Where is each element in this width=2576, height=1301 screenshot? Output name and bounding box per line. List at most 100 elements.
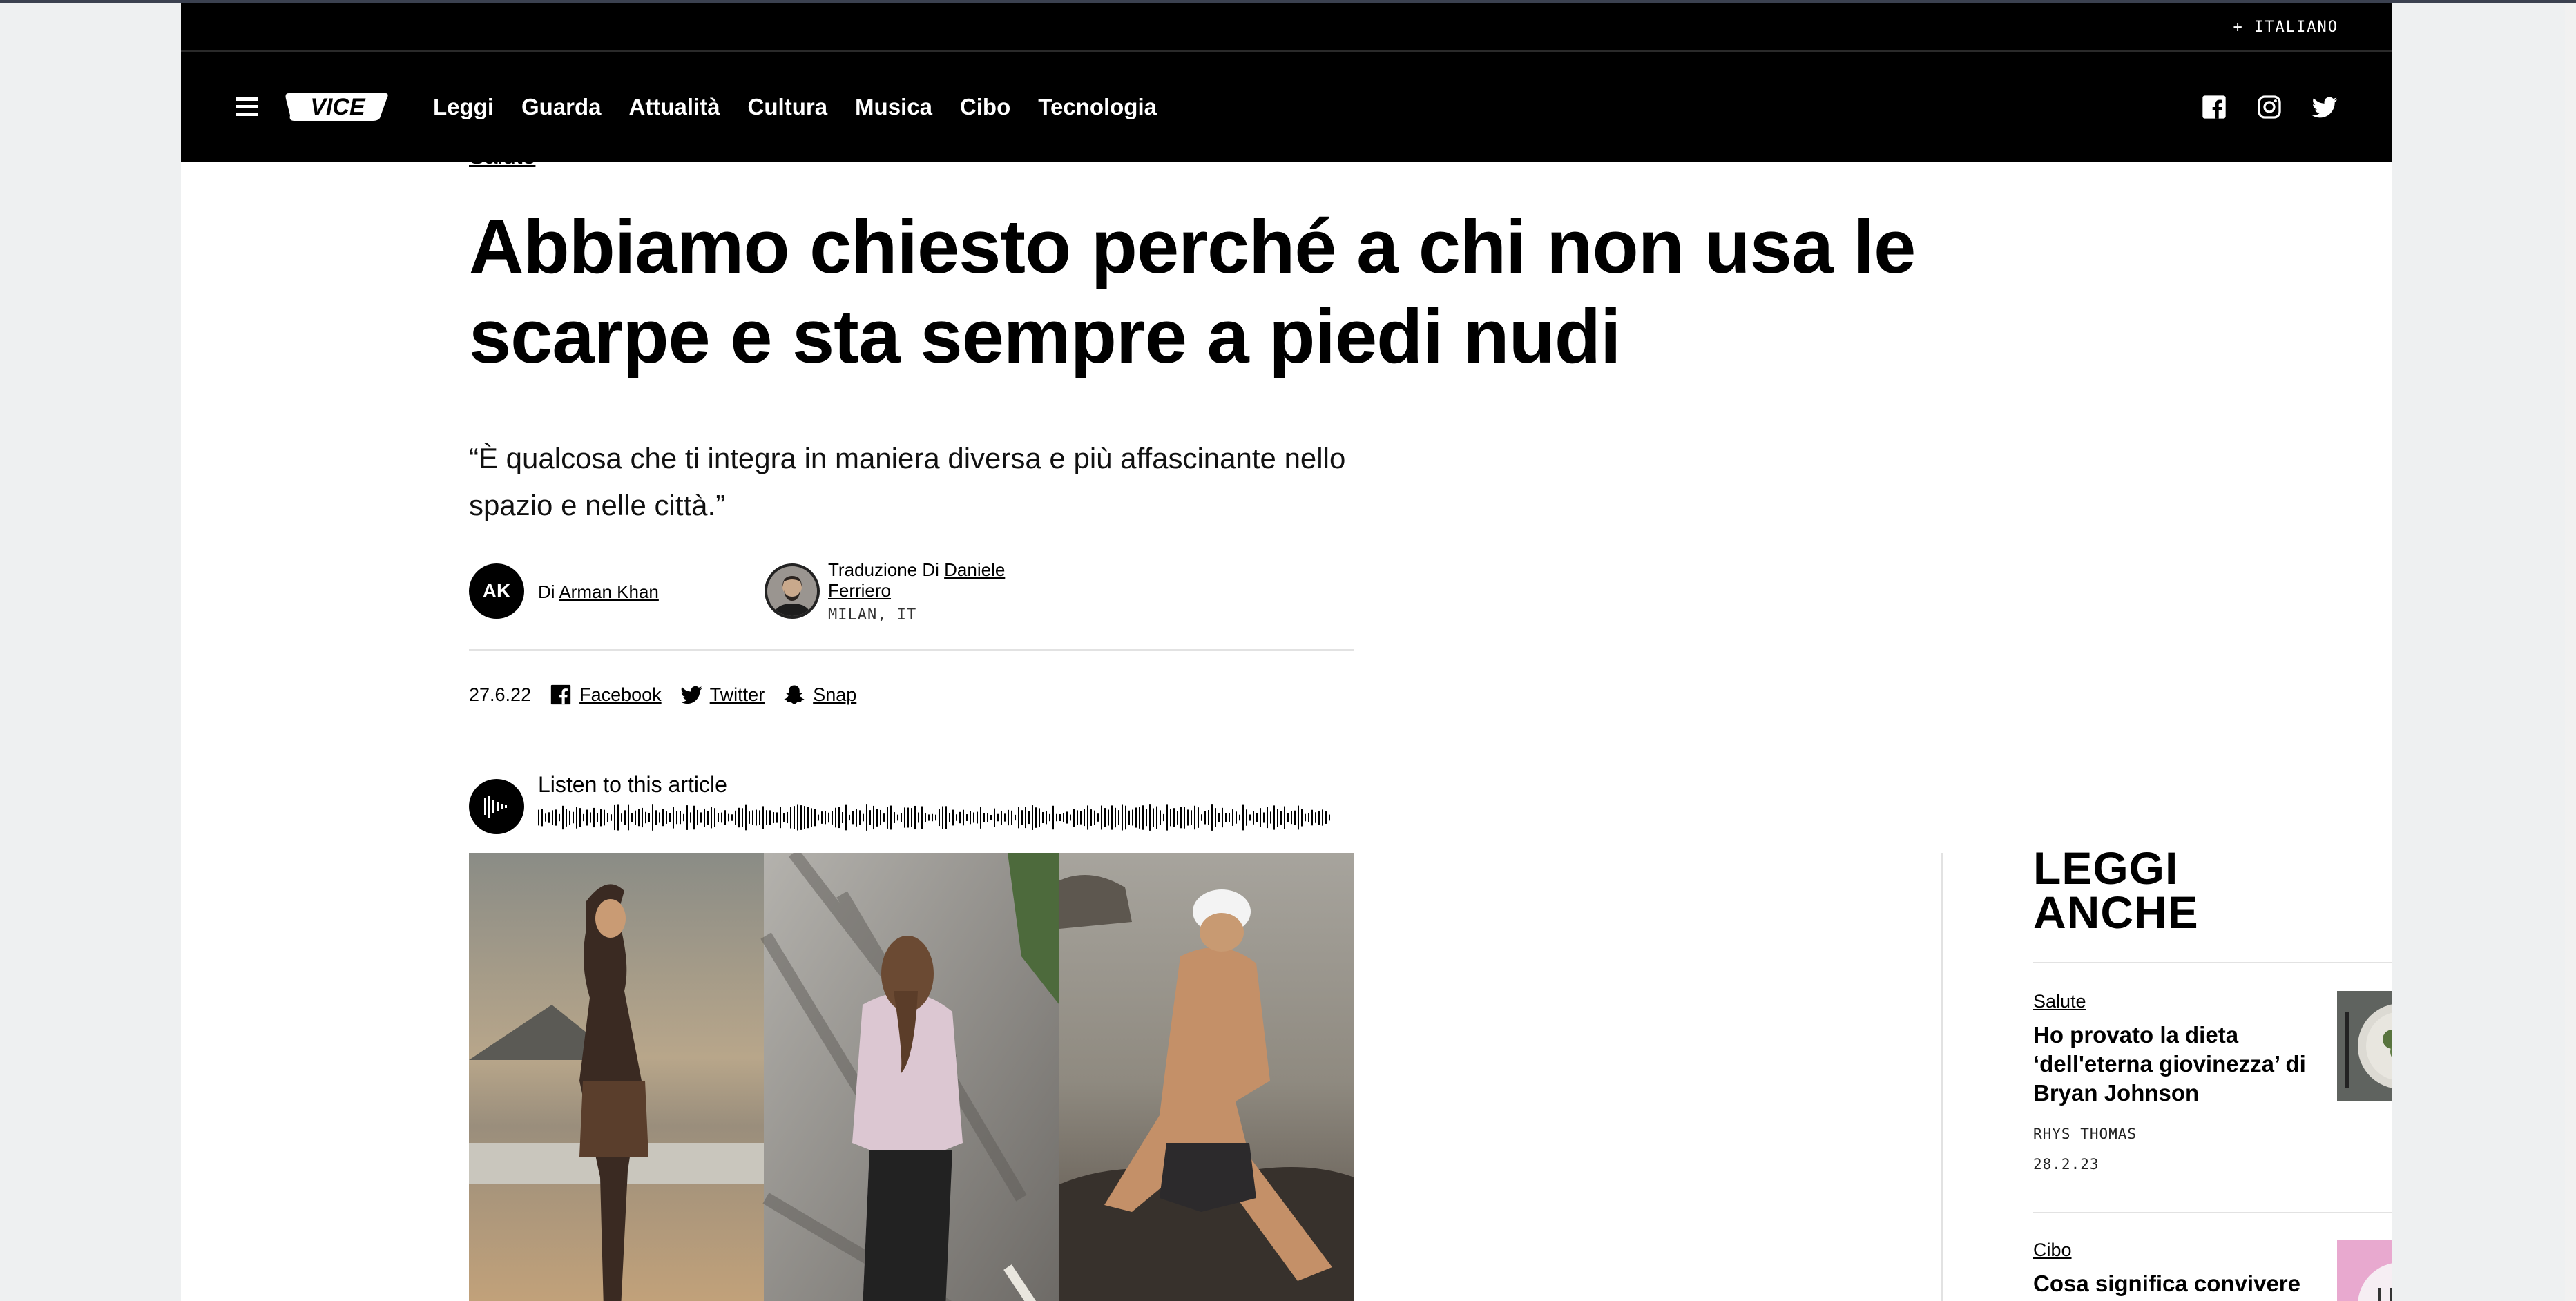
- waveform-bar: [718, 813, 719, 822]
- waveform-bar: [742, 808, 743, 827]
- waveform-bar: [655, 810, 657, 825]
- nav-link-musica[interactable]: Musica: [855, 94, 932, 120]
- share-snap-label[interactable]: Snap: [813, 684, 856, 706]
- waveform-bar: [869, 810, 871, 825]
- waveform-bar: [555, 809, 557, 826]
- waveform-bar: [994, 808, 995, 827]
- page-scrollbar[interactable]: [2565, 3, 2576, 1301]
- waveform-bar: [1021, 810, 1023, 825]
- waveform-bar: [966, 814, 968, 821]
- waveform-bar: [804, 806, 805, 829]
- waveform-bar: [1329, 814, 1330, 821]
- nav-link-cultura[interactable]: Cultura: [748, 94, 828, 120]
- waveform-bar: [1118, 810, 1119, 825]
- waveform-bar: [752, 810, 753, 825]
- waveform-bar: [1222, 807, 1223, 828]
- waveform-bar: [1163, 813, 1164, 822]
- waveform-bar: [631, 813, 633, 822]
- waveform-bar: [662, 809, 664, 827]
- author-avatar[interactable]: AK: [469, 563, 524, 619]
- share-twitter-label[interactable]: Twitter: [710, 684, 765, 706]
- waveform-bar: [642, 807, 643, 828]
- rail-card-category[interactable]: Cibo: [2033, 1240, 2072, 1260]
- waveform-bar: [673, 807, 674, 829]
- waveform-bar: [1087, 805, 1088, 830]
- waveform-bar: [1059, 813, 1061, 822]
- category-link[interactable]: Salute: [469, 143, 535, 170]
- author-byline: Di Arman Khan: [538, 581, 659, 603]
- waveform-bar: [1094, 810, 1095, 825]
- audio-waveform[interactable]: [538, 804, 1334, 831]
- waveform-bar: [1142, 805, 1144, 830]
- language-bar: + ITALIANO: [181, 3, 2392, 52]
- waveform-bar: [776, 812, 778, 823]
- waveform-bar: [873, 805, 874, 830]
- waveform-bar: [1273, 805, 1275, 830]
- waveform-bar: [1318, 810, 1320, 825]
- rail-title-text: LEGGI ANCHE: [2033, 842, 2199, 938]
- waveform-bar: [1063, 813, 1064, 822]
- waveform-bar: [973, 812, 974, 823]
- page-container: + ITALIANO VICE Leggi Guarda Attualità C…: [181, 3, 2392, 1301]
- share-twitter[interactable]: Twitter: [680, 683, 765, 706]
- waveform-bar: [807, 807, 809, 829]
- rail-card-category[interactable]: Salute: [2033, 991, 2086, 1012]
- waveform-bar: [714, 808, 715, 827]
- waveform-bar: [821, 811, 823, 824]
- waveform-bar: [838, 807, 840, 829]
- waveform-bar: [645, 811, 646, 824]
- dateline-location: MILAN, IT: [828, 606, 917, 624]
- rail-card-headline[interactable]: Cosa significa convivere: [2033, 1269, 2323, 1298]
- waveform-bar: [918, 812, 919, 823]
- waveform-bar: [1218, 813, 1220, 822]
- waveform-bar: [1211, 804, 1213, 831]
- waveform-bar: [607, 813, 608, 822]
- waveform-bar: [963, 809, 964, 826]
- waveform-bar: [1153, 808, 1154, 827]
- nav-link-attualita[interactable]: Attualità: [629, 94, 720, 120]
- facebook-icon[interactable]: [2200, 93, 2228, 121]
- rail-card-thumbnail[interactable]: [2337, 991, 2392, 1101]
- rail-card-headline[interactable]: Ho provato la dieta ‘dell'eterna giovine…: [2033, 1021, 2323, 1108]
- waveform-bar: [825, 811, 826, 825]
- rail-card-author[interactable]: RHYS THOMAS: [2033, 1126, 2392, 1142]
- waveform-bar: [849, 814, 850, 821]
- waveform-bar: [845, 804, 847, 831]
- translator-avatar[interactable]: [765, 563, 820, 619]
- nav-link-tecnologia[interactable]: Tecnologia: [1038, 94, 1157, 120]
- author-link[interactable]: Arman Khan: [559, 581, 659, 602]
- twitter-icon[interactable]: [2311, 93, 2338, 121]
- waveform-bar: [1253, 811, 1254, 825]
- waveform-bar: [541, 809, 543, 827]
- waveform-bar: [1232, 809, 1233, 826]
- waveform-bar: [576, 807, 577, 829]
- nav-link-leggi[interactable]: Leggi: [433, 94, 494, 120]
- share-facebook[interactable]: Facebook: [549, 683, 662, 706]
- vice-logo[interactable]: VICE: [285, 88, 391, 125]
- waveform-bar: [545, 813, 546, 822]
- rail-card-thumbnail[interactable]: [2337, 1240, 2392, 1301]
- waveform-bar: [1215, 808, 1216, 827]
- menu-icon[interactable]: [236, 97, 258, 117]
- waveform-bar: [1077, 810, 1078, 825]
- waveform-bar: [814, 809, 816, 827]
- waveform-bar: [980, 807, 981, 829]
- waveform-bar: [990, 814, 992, 821]
- rail-card[interactable]: Salute Ho provato la dieta ‘dell'eterna …: [2033, 991, 2392, 1173]
- language-selector[interactable]: + ITALIANO: [2233, 19, 2338, 36]
- rail-card[interactable]: Cibo Cosa significa convivere: [2033, 1240, 2392, 1301]
- waveform-bar: [693, 805, 695, 830]
- audio-play-button[interactable]: [469, 779, 524, 834]
- waveform-bar: [997, 813, 999, 822]
- waveform-bar: [1308, 813, 1309, 822]
- nav-link-guarda[interactable]: Guarda: [521, 94, 602, 120]
- waveform-bar: [794, 806, 795, 829]
- waveform-bar: [1039, 808, 1040, 827]
- instagram-icon[interactable]: [2256, 93, 2283, 121]
- waveform-bar: [970, 811, 971, 825]
- nav-link-cibo[interactable]: Cibo: [960, 94, 1010, 120]
- share-facebook-label[interactable]: Facebook: [579, 684, 662, 706]
- waveform-bar: [832, 811, 833, 825]
- waveform-bar: [1052, 805, 1054, 830]
- share-snap[interactable]: Snap: [782, 683, 856, 706]
